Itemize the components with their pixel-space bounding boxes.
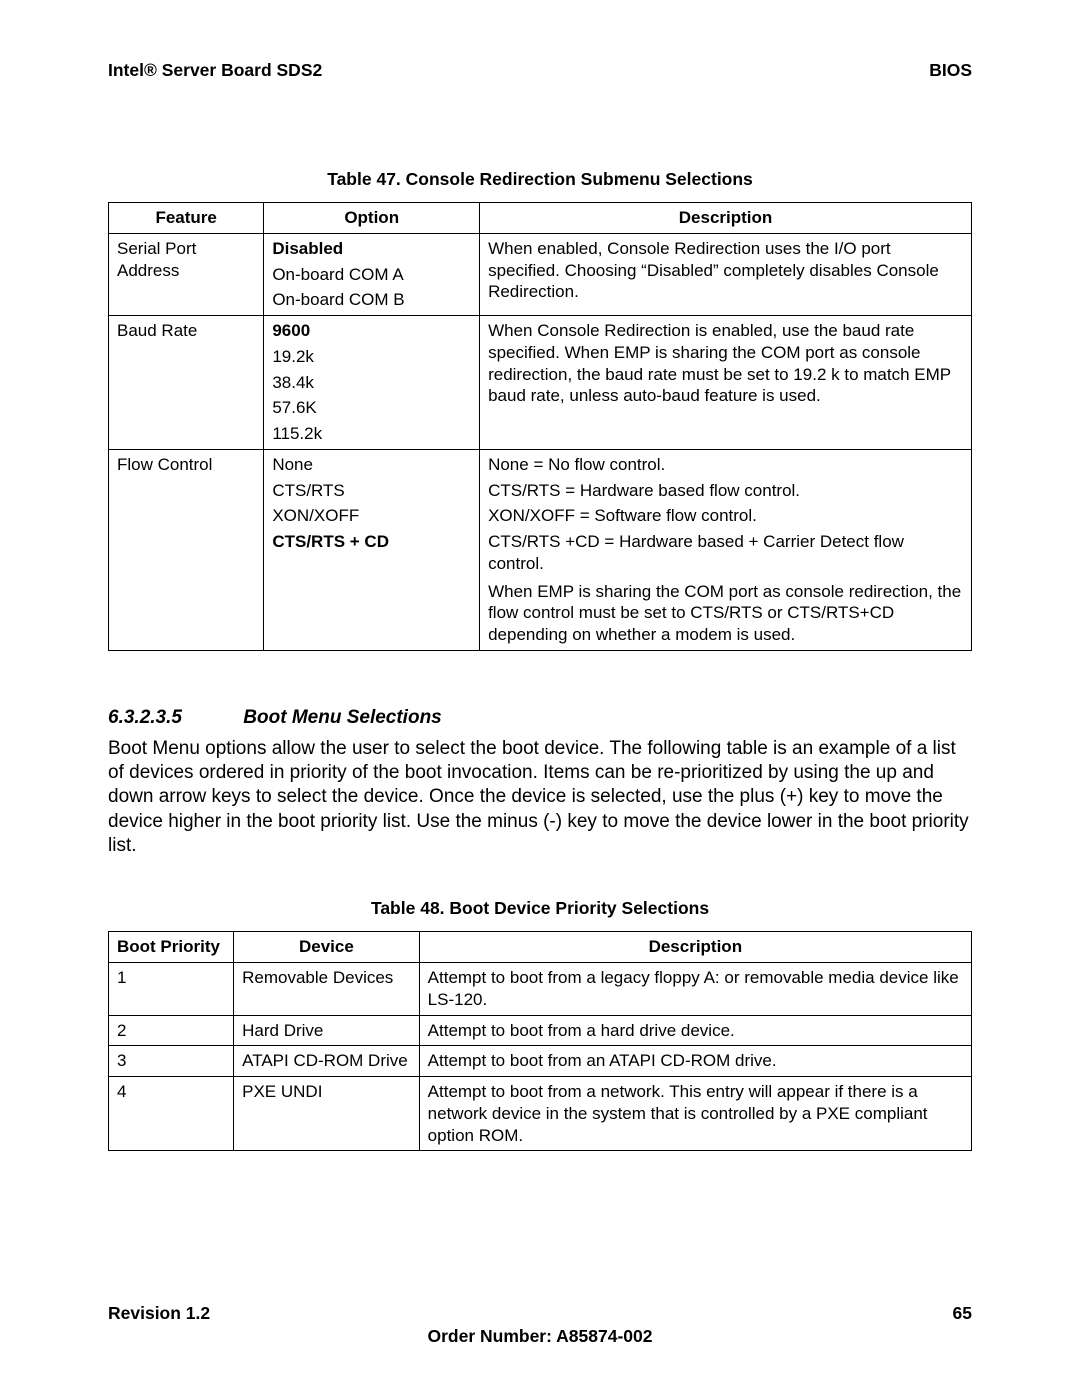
description-cell: Attempt to boot from a hard drive device… xyxy=(419,1015,971,1046)
table48-h0: Boot Priority xyxy=(109,932,234,963)
option-value: Disabled xyxy=(272,238,471,260)
table47: Feature Option Description Serial Port A… xyxy=(108,202,972,651)
option-cell: 9600 19.2k 38.4k 57.6K 115.2k xyxy=(264,316,480,450)
table-row: Baud Rate 9600 19.2k 38.4k 57.6K 115.2k When C… xyxy=(109,316,972,450)
priority-cell: 2 xyxy=(109,1015,234,1046)
feature-cell: Serial Port Address xyxy=(109,233,264,315)
table48-h1: Device xyxy=(234,932,420,963)
table47-h1: Option xyxy=(264,203,480,234)
description-cell: None = No flow control. CTS/RTS = Hardwar… xyxy=(480,449,972,650)
table-row: 2Hard DriveAttempt to boot from a hard d… xyxy=(109,1015,972,1046)
table48-h2: Description xyxy=(419,932,971,963)
table47-h2: Description xyxy=(480,203,972,234)
table48-caption: Table 48. Boot Device Priority Selection… xyxy=(108,898,972,919)
section-number: 6.3.2.3.5 xyxy=(108,707,238,729)
option-value: CTS/RTS xyxy=(272,480,471,502)
device-cell: ATAPI CD-ROM Drive xyxy=(234,1046,420,1077)
table48: Boot Priority Device Description 1Remova… xyxy=(108,931,972,1151)
description-cell: Attempt to boot from a network. This ent… xyxy=(419,1077,971,1151)
table47-h0: Feature xyxy=(109,203,264,234)
table-row: Flow Control None CTS/RTS XON/XOFF CTS/RTS +… xyxy=(109,449,972,650)
priority-cell: 3 xyxy=(109,1046,234,1077)
option-value: CTS/RTS + CD xyxy=(272,531,471,553)
device-cell: Hard Drive xyxy=(234,1015,420,1046)
option-value: 115.2k xyxy=(272,423,471,445)
option-cell: None CTS/RTS XON/XOFF CTS/RTS + CD xyxy=(264,449,480,650)
priority-cell: 4 xyxy=(109,1077,234,1151)
description-line: CTS/RTS = Hardware based flow control. xyxy=(488,480,963,502)
section-body: Boot Menu options allow the user to sele… xyxy=(108,737,972,859)
page-footer: Revision 1.2 65 Order Number: A85874-002 xyxy=(108,1303,972,1347)
option-value: None xyxy=(272,454,471,476)
option-value: XON/XOFF xyxy=(272,505,471,527)
description-line: XON/XOFF = Software flow control. xyxy=(488,505,963,527)
description-cell: Attempt to boot from a legacy floppy A: … xyxy=(419,963,971,1016)
priority-cell: 1 xyxy=(109,963,234,1016)
description-cell: When enabled, Console Redirection uses t… xyxy=(480,233,972,315)
table-row: 4PXE UNDIAttempt to boot from a network.… xyxy=(109,1077,972,1151)
description-line: CTS/RTS +CD = Hardware based + Carrier D… xyxy=(488,531,963,575)
header-left: Intel® Server Board SDS2 xyxy=(108,60,322,81)
table47-caption: Table 47. Console Redirection Submenu Se… xyxy=(108,169,972,190)
option-value: 19.2k xyxy=(272,346,471,368)
footer-order: Order Number: A85874-002 xyxy=(108,1326,972,1347)
description-line: None = No flow control. xyxy=(488,454,963,476)
description-line: When Console Redirection is enabled, use… xyxy=(488,320,963,407)
description-cell: When Console Redirection is enabled, use… xyxy=(480,316,972,450)
table-row: 1Removable DevicesAttempt to boot from a… xyxy=(109,963,972,1016)
option-value: 38.4k xyxy=(272,372,471,394)
option-value: 57.6K xyxy=(272,397,471,419)
table-row: Feature Option Description xyxy=(109,203,972,234)
page-header: Intel® Server Board SDS2 BIOS xyxy=(108,60,972,81)
footer-revision: Revision 1.2 xyxy=(108,1303,210,1324)
header-right: BIOS xyxy=(929,60,972,81)
option-value: On-board COM B xyxy=(272,289,471,311)
description-cell: Attempt to boot from an ATAPI CD-ROM dri… xyxy=(419,1046,971,1077)
device-cell: PXE UNDI xyxy=(234,1077,420,1151)
description-line: When enabled, Console Redirection uses t… xyxy=(488,238,963,303)
footer-page: 65 xyxy=(953,1303,972,1324)
option-value: On-board COM A xyxy=(272,264,471,286)
table-row: Boot Priority Device Description xyxy=(109,932,972,963)
table-row: Serial Port Address Disabled On-board COM … xyxy=(109,233,972,315)
feature-cell: Baud Rate xyxy=(109,316,264,450)
option-cell: Disabled On-board COM A On-board COM B xyxy=(264,233,480,315)
section-title: Boot Menu Selections xyxy=(243,707,441,728)
device-cell: Removable Devices xyxy=(234,963,420,1016)
section-heading: 6.3.2.3.5 Boot Menu Selections xyxy=(108,707,972,729)
table-row: 3ATAPI CD-ROM DriveAttempt to boot from … xyxy=(109,1046,972,1077)
feature-cell: Flow Control xyxy=(109,449,264,650)
option-value: 9600 xyxy=(272,320,471,342)
description-block: When EMP is sharing the COM port as cons… xyxy=(488,581,963,646)
